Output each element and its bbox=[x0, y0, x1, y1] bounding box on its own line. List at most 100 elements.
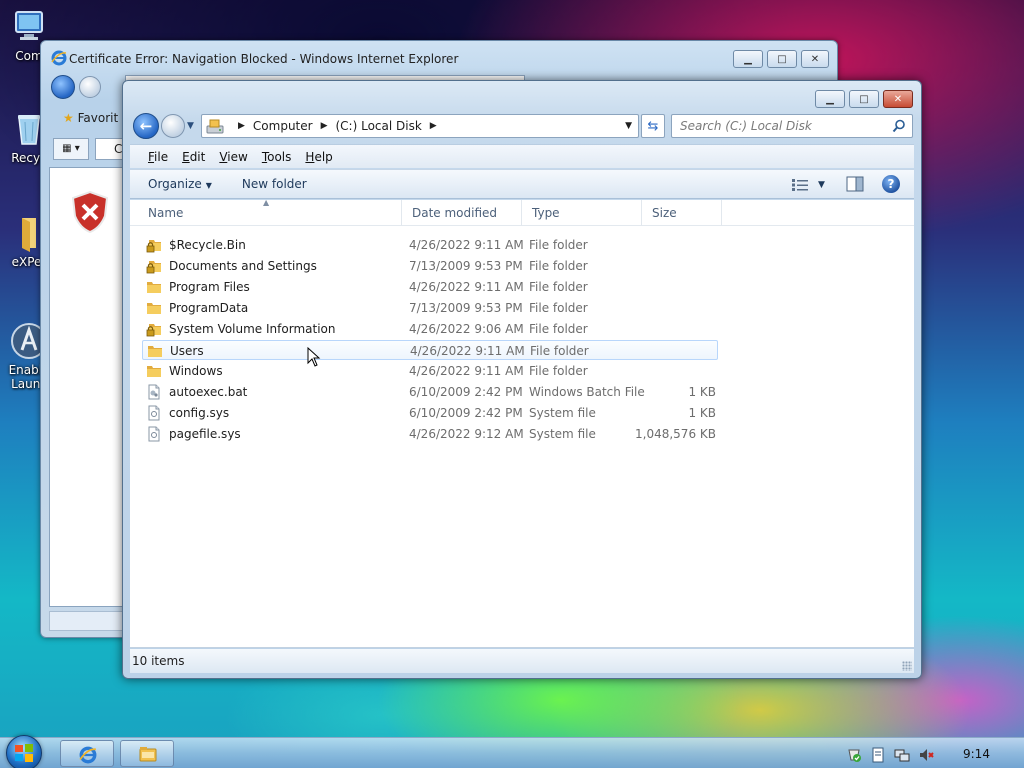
preview-pane-icon[interactable] bbox=[846, 176, 864, 192]
address-bar[interactable]: ▶ Computer ▶ (C:) Local Disk ▶ ▼ bbox=[201, 114, 639, 138]
file-type: System file bbox=[529, 427, 596, 441]
breadcrumb-local-disk[interactable]: (C:) Local Disk bbox=[336, 119, 422, 133]
file-name: Windows bbox=[169, 364, 223, 378]
ie-maximize-button[interactable]: □ bbox=[767, 50, 797, 68]
table-row[interactable]: Users 4/26/2022 9:11 AM File folder bbox=[142, 340, 718, 360]
start-button[interactable] bbox=[6, 735, 42, 768]
taskbar-windows-explorer[interactable] bbox=[120, 740, 174, 767]
document-status-icon[interactable] bbox=[870, 747, 886, 763]
status-bar: 10 items bbox=[130, 649, 914, 673]
resize-grip-icon[interactable] bbox=[902, 661, 912, 671]
table-row[interactable]: System Volume Information 4/26/2022 9:06 … bbox=[142, 319, 718, 339]
breadcrumb-computer[interactable]: Computer bbox=[253, 119, 313, 133]
system-clock[interactable]: 9:14 bbox=[963, 747, 990, 761]
details-view-icon bbox=[792, 179, 808, 191]
taskbar: 9:14 bbox=[0, 735, 1024, 768]
locked-folder-icon bbox=[146, 261, 161, 274]
explorer-window[interactable]: ▁ □ ✕ ← ▼ ▶ Computer ▶ (C:) Local Disk ▶… bbox=[122, 80, 922, 679]
ie-favorites-label: Favorit bbox=[77, 111, 119, 125]
search-input[interactable] bbox=[680, 119, 886, 133]
new-folder-button[interactable]: New folder bbox=[242, 177, 307, 191]
file-name: System Volume Information bbox=[169, 322, 336, 336]
menu-tools[interactable]: Tools bbox=[262, 150, 292, 164]
change-view-button[interactable]: ▼ bbox=[792, 177, 832, 193]
item-count: 10 items bbox=[132, 654, 185, 668]
forward-button[interactable] bbox=[161, 114, 185, 138]
system-file-icon bbox=[148, 405, 160, 421]
column-header-type[interactable]: Type bbox=[522, 200, 642, 226]
column-headers: Name ▲ Date modified Type Size bbox=[130, 198, 914, 226]
ie-minimize-button[interactable]: ▁ bbox=[733, 50, 763, 68]
windows-explorer-icon bbox=[139, 747, 157, 762]
file-date: 7/13/2009 9:53 PM bbox=[409, 301, 523, 315]
ie-tab-grid-button[interactable]: ▦ ▾ bbox=[53, 138, 89, 160]
menu-label: iew bbox=[227, 149, 248, 164]
folder-icon bbox=[147, 303, 161, 314]
breadcrumb-separator-icon: ▶ bbox=[238, 121, 245, 131]
locked-folder-icon bbox=[146, 240, 161, 253]
recent-pages-dropdown[interactable]: ▼ bbox=[187, 121, 194, 131]
menu-label: dit bbox=[189, 149, 206, 164]
action-center-icon[interactable] bbox=[846, 747, 862, 763]
back-arrow-icon: ← bbox=[139, 117, 153, 135]
file-size: 1,048,576 KB bbox=[635, 427, 716, 441]
file-type: File folder bbox=[529, 238, 588, 252]
table-row[interactable]: config.sys 6/10/2009 2:42 PM System file 1 … bbox=[142, 403, 718, 423]
file-size: 1 KB bbox=[688, 406, 716, 420]
table-row[interactable]: pagefile.sys 4/26/2022 9:12 AM System file… bbox=[142, 424, 718, 444]
file-size: 1 KB bbox=[688, 385, 716, 399]
folder-icon bbox=[147, 282, 161, 293]
menu-edit[interactable]: Edit bbox=[182, 150, 205, 164]
file-date: 4/26/2022 9:11 AM bbox=[409, 280, 524, 294]
table-row[interactable]: Windows 4/26/2022 9:11 AM File folder bbox=[142, 361, 718, 381]
organize-button[interactable]: Organize ▼ bbox=[148, 177, 212, 191]
file-date: 4/26/2022 9:11 AM bbox=[410, 344, 525, 358]
file-type: System file bbox=[529, 406, 596, 420]
file-name: Users bbox=[170, 344, 204, 358]
organize-label: Organize bbox=[148, 177, 202, 191]
file-type: Windows Batch File bbox=[529, 385, 645, 399]
column-header-size[interactable]: Size bbox=[642, 200, 722, 226]
file-name: autoexec.bat bbox=[169, 385, 248, 399]
file-type: File folder bbox=[529, 301, 588, 315]
ie-status-bar bbox=[49, 611, 129, 631]
file-name: pagefile.sys bbox=[169, 427, 241, 441]
breadcrumb-separator-icon: ▶ bbox=[320, 121, 328, 131]
minimize-button[interactable]: ▁ bbox=[815, 90, 845, 108]
menu-label: elp bbox=[314, 149, 333, 164]
file-type: File folder bbox=[529, 364, 588, 378]
close-button[interactable]: ✕ bbox=[883, 90, 913, 108]
file-date: 6/10/2009 2:42 PM bbox=[409, 406, 523, 420]
taskbar-internet-explorer[interactable] bbox=[60, 740, 114, 767]
menu-label: ile bbox=[154, 149, 169, 164]
menu-bar: File Edit View Tools Help bbox=[130, 144, 914, 168]
table-row[interactable]: Program Files 4/26/2022 9:11 AM File folde… bbox=[142, 277, 718, 297]
back-button[interactable]: ← bbox=[133, 113, 159, 139]
search-icon[interactable] bbox=[892, 119, 906, 133]
folder-icon bbox=[147, 366, 161, 377]
menu-view[interactable]: View bbox=[219, 150, 247, 164]
volume-muted-icon[interactable] bbox=[918, 747, 934, 763]
table-row[interactable]: Documents and Settings 7/13/2009 9:53 PM F… bbox=[142, 256, 718, 276]
help-icon[interactable]: ? bbox=[882, 175, 900, 193]
menu-help[interactable]: Help bbox=[305, 150, 332, 164]
windows-logo-icon bbox=[15, 744, 33, 762]
maximize-button[interactable]: □ bbox=[849, 90, 879, 108]
column-header-date[interactable]: Date modified bbox=[402, 200, 522, 226]
table-row[interactable]: ProgramData 7/13/2009 9:53 PM File folder bbox=[142, 298, 718, 318]
menu-file[interactable]: File bbox=[148, 150, 168, 164]
ie-favorites-button[interactable]: ★ Favorit bbox=[63, 111, 118, 125]
ie-back-button[interactable] bbox=[51, 75, 75, 99]
ie-forward-button[interactable] bbox=[79, 76, 101, 98]
ie-window-title: Certificate Error: Navigation Blocked - … bbox=[69, 52, 459, 66]
table-row[interactable]: $Recycle.Bin 4/26/2022 9:11 AM File folder bbox=[142, 235, 718, 255]
menu-accelerator: E bbox=[182, 149, 190, 164]
network-status-icon[interactable] bbox=[894, 747, 910, 763]
ie-close-button[interactable]: ✕ bbox=[801, 50, 829, 68]
table-row[interactable]: autoexec.bat 6/10/2009 2:42 PM Windows Bat… bbox=[142, 382, 718, 402]
search-box[interactable] bbox=[671, 114, 913, 138]
refresh-button[interactable]: ⇆ bbox=[641, 114, 665, 138]
address-dropdown-icon[interactable]: ▼ bbox=[625, 121, 632, 131]
column-header-name[interactable]: Name bbox=[138, 200, 402, 226]
file-type: File folder bbox=[529, 280, 588, 294]
